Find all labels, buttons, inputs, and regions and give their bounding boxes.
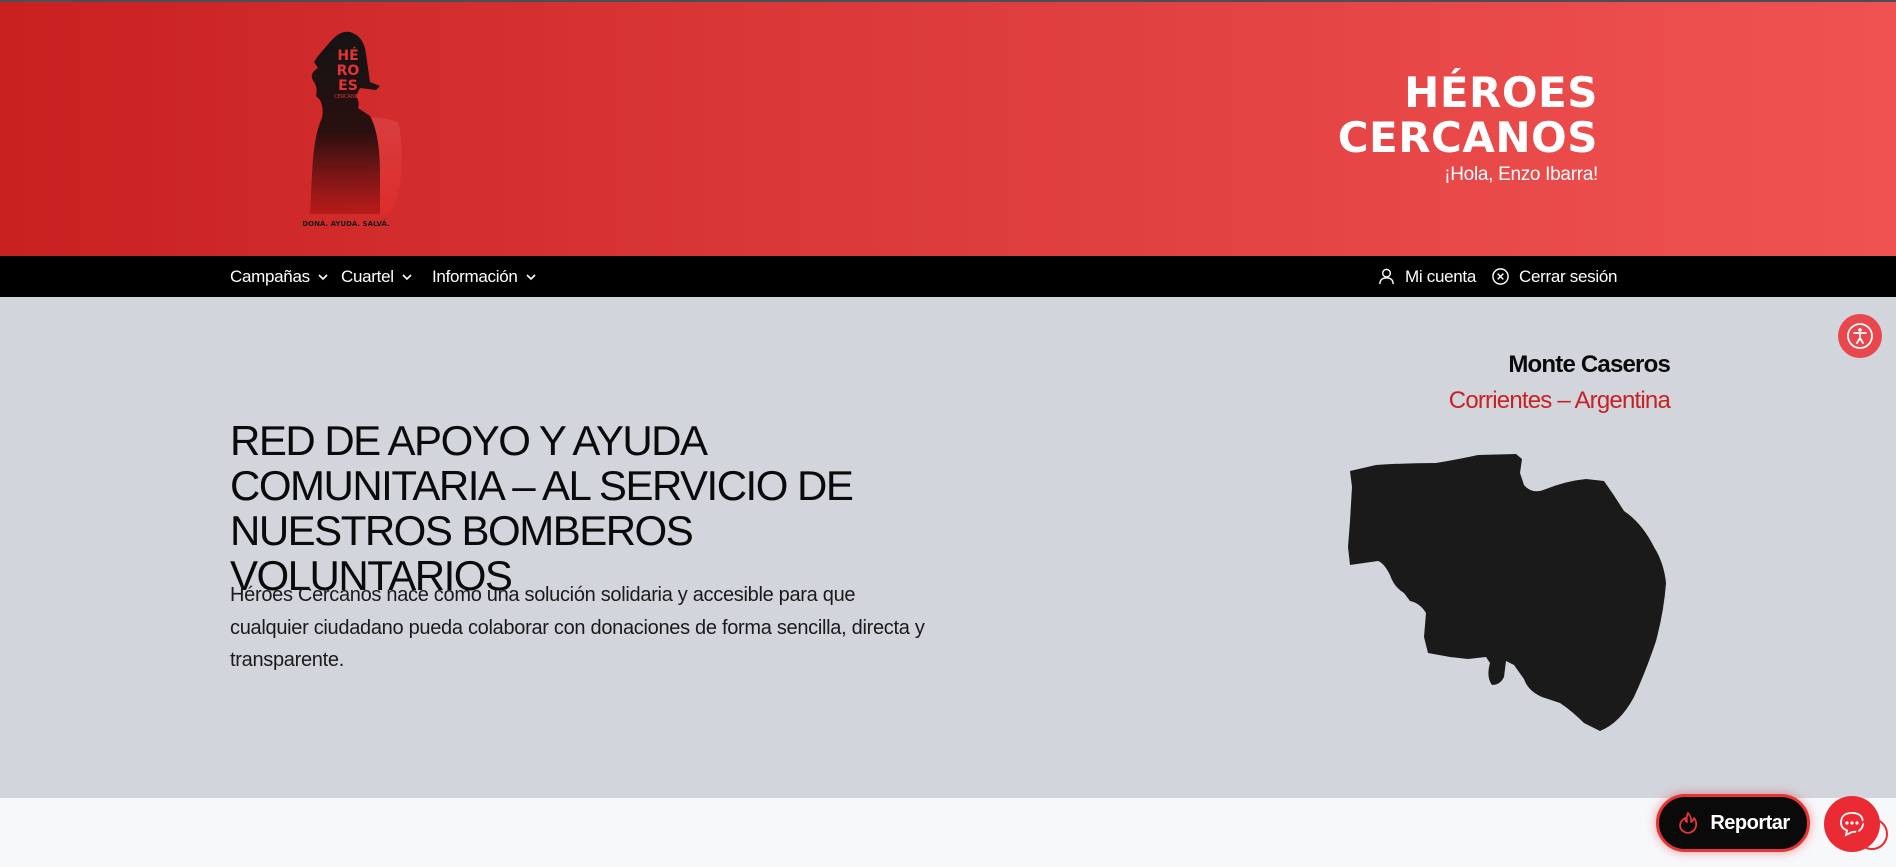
logo-text-2: RO: [337, 63, 360, 79]
nav-mi-cuenta[interactable]: Mi cuenta: [1377, 256, 1476, 297]
nav-campanas[interactable]: Campañas: [230, 256, 329, 297]
site-header: HÉ RO ES CERCANOS DONÁ. AYUDÁ. SALVÁ. HÉ…: [0, 2, 1896, 256]
chevron-down-icon: [402, 273, 412, 280]
hero-section: RED DE APOYO Y AYUDA COMUNITARIA – AL SE…: [0, 297, 1896, 798]
logo-text-3: ES: [338, 78, 358, 94]
logo-text-1: HÉ: [337, 47, 358, 64]
firefighter-logo[interactable]: HÉ RO ES CERCANOS DONÁ. AYUDÁ. SALVÁ.: [300, 24, 420, 234]
report-button-label: Reportar: [1710, 811, 1790, 834]
accessibility-icon: [1847, 323, 1873, 349]
logo-small-text: CERCANOS: [334, 94, 362, 100]
page-footer-area: [0, 798, 1896, 867]
flame-icon: [1679, 812, 1698, 834]
nav-cerrar-sesion[interactable]: Cerrar sesión: [1491, 256, 1617, 297]
brand-block: HÉROES CERCANOS ¡Hola, Enzo Ibarra!: [1338, 70, 1599, 186]
user-icon: [1379, 268, 1394, 285]
close-circle-icon: [1492, 268, 1509, 285]
location-city: Monte Caseros: [1508, 351, 1670, 378]
nav-campanas-label: Campañas: [230, 266, 310, 286]
chat-notification-ring: [1856, 818, 1888, 850]
chevron-down-icon: [525, 273, 536, 280]
report-button[interactable]: Reportar: [1656, 794, 1810, 852]
user-greeting: ¡Hola, Enzo Ibarra!: [1444, 164, 1598, 185]
brand-title[interactable]: HÉROES CERCANOS: [1338, 70, 1598, 160]
nav-informacion[interactable]: Información: [432, 256, 537, 297]
nav-cerrar-sesion-label: Cerrar sesión: [1519, 266, 1618, 286]
chevron-down-icon: [318, 273, 328, 280]
nav-cuartel[interactable]: Cuartel: [341, 256, 413, 297]
location-province: Corrientes – Argentina: [1448, 387, 1671, 414]
nav-cuartel-label: Cuartel: [341, 266, 394, 286]
hero-heading: RED DE APOYO Y AYUDA COMUNITARIA – AL SE…: [230, 417, 854, 599]
logo-tagline: DONÁ. AYUDÁ. SALVÁ.: [302, 219, 389, 228]
nav-informacion-label: Información: [432, 266, 518, 286]
map-silhouette-icon: [1348, 454, 1666, 731]
hero-description: Héroes Cercanos nace como una solución s…: [230, 584, 925, 671]
nav-mi-cuenta-label: Mi cuenta: [1405, 266, 1477, 286]
main-navigation: Campañas Cuartel Información Mi cuenta C…: [0, 256, 1896, 297]
accessibility-button[interactable]: [1838, 314, 1882, 358]
